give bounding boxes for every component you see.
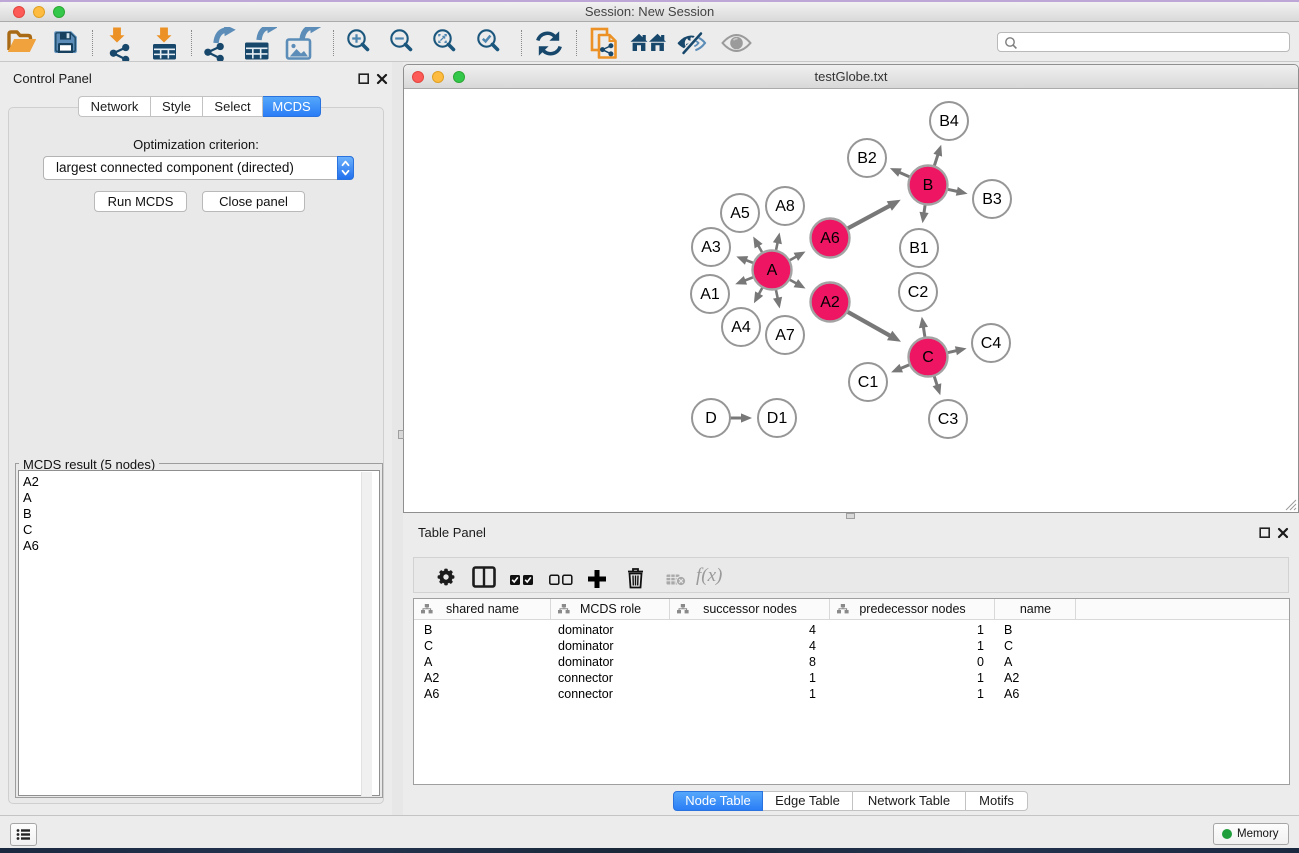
svg-text:B: B	[923, 177, 934, 194]
svg-text:A: A	[767, 262, 778, 279]
svg-text:B3: B3	[982, 191, 1002, 208]
svg-text:B4: B4	[939, 113, 959, 130]
svg-text:C1: C1	[858, 374, 879, 391]
svg-text:A5: A5	[730, 205, 750, 222]
svg-text:B1: B1	[909, 240, 929, 257]
svg-text:C3: C3	[938, 411, 959, 428]
svg-text:A4: A4	[731, 319, 751, 336]
svg-text:D: D	[705, 410, 717, 427]
svg-text:A8: A8	[775, 198, 795, 215]
svg-text:C4: C4	[981, 335, 1002, 352]
svg-text:D1: D1	[767, 410, 788, 427]
svg-text:C: C	[922, 349, 934, 366]
svg-text:A6: A6	[820, 230, 840, 247]
svg-text:A7: A7	[775, 327, 795, 344]
svg-text:B2: B2	[857, 150, 877, 167]
svg-text:A2: A2	[820, 294, 840, 311]
svg-text:A3: A3	[701, 239, 721, 256]
svg-text:C2: C2	[908, 284, 929, 301]
svg-text:A1: A1	[700, 286, 720, 303]
